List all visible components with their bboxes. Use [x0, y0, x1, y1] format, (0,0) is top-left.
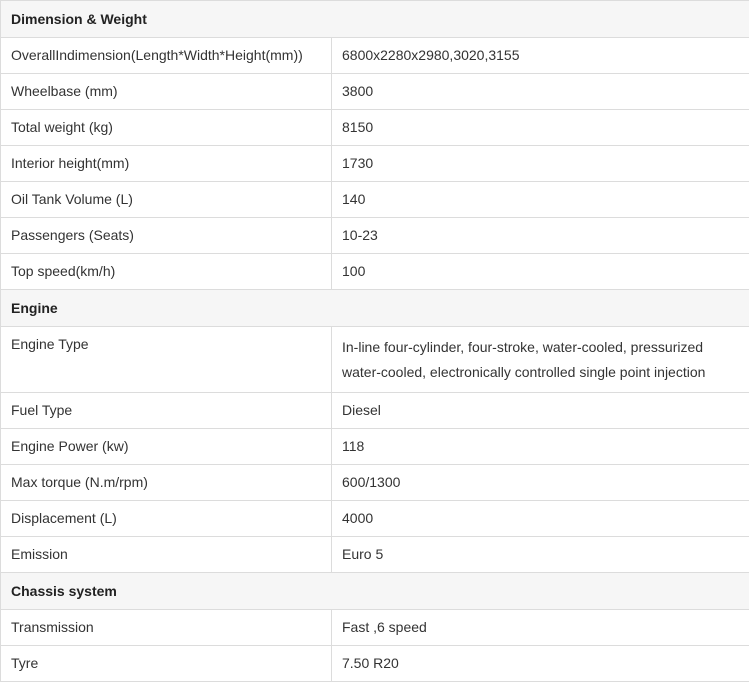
table-row: Tyre 7.50 R20 [1, 646, 749, 682]
spec-label: Fuel Type [1, 393, 332, 429]
spec-value: 140 [332, 182, 749, 218]
section-title: Chassis system [1, 573, 749, 610]
spec-value: 10-23 [332, 218, 749, 254]
table-row: Total weight (kg) 8150 [1, 110, 749, 146]
table-row: Interior height(mm) 1730 [1, 146, 749, 182]
table-row: Fuel Type Diesel [1, 393, 749, 429]
spec-value: Euro 5 [332, 537, 749, 573]
spec-label: Engine Type [1, 327, 332, 393]
table-row: Oil Tank Volume (L) 140 [1, 182, 749, 218]
spec-label: Interior height(mm) [1, 146, 332, 182]
spec-value: Diesel [332, 393, 749, 429]
spec-value: 6800x2280x2980,3020,3155 [332, 38, 749, 74]
spec-label: Emission [1, 537, 332, 573]
table-row: Transmission Fast ,6 speed [1, 610, 749, 646]
section-header: Dimension & Weight [1, 1, 749, 38]
spec-label: Top speed(km/h) [1, 254, 332, 290]
table-row: Max torque (N.m/rpm) 600/1300 [1, 465, 749, 501]
table-row: Engine Power (kw) 118 [1, 429, 749, 465]
table-row: Top speed(km/h) 100 [1, 254, 749, 290]
section-header: Engine [1, 290, 749, 327]
table-row: Engine Type In-line four-cylinder, four-… [1, 327, 749, 393]
spec-table: Dimension & Weight OverallIndimension(Le… [0, 0, 749, 682]
section-header: Chassis system [1, 573, 749, 610]
spec-label: Max torque (N.m/rpm) [1, 465, 332, 501]
spec-value: 600/1300 [332, 465, 749, 501]
section-title: Dimension & Weight [1, 1, 749, 38]
spec-value: 118 [332, 429, 749, 465]
table-row: Passengers (Seats) 10-23 [1, 218, 749, 254]
spec-label: Wheelbase (mm) [1, 74, 332, 110]
spec-value: 7.50 R20 [332, 646, 749, 682]
table-row: OverallIndimension(Length*Width*Height(m… [1, 38, 749, 74]
spec-label: Displacement (L) [1, 501, 332, 537]
table-row: Wheelbase (mm) 3800 [1, 74, 749, 110]
spec-value: 4000 [332, 501, 749, 537]
spec-value: In-line four-cylinder, four-stroke, wate… [332, 327, 749, 393]
spec-value: 8150 [332, 110, 749, 146]
spec-label: Total weight (kg) [1, 110, 332, 146]
spec-label: Tyre [1, 646, 332, 682]
table-row: Emission Euro 5 [1, 537, 749, 573]
spec-label: Passengers (Seats) [1, 218, 332, 254]
spec-label: Engine Power (kw) [1, 429, 332, 465]
spec-value: 3800 [332, 74, 749, 110]
table-row: Displacement (L) 4000 [1, 501, 749, 537]
section-title: Engine [1, 290, 749, 327]
spec-label: OverallIndimension(Length*Width*Height(m… [1, 38, 332, 74]
spec-value: 100 [332, 254, 749, 290]
spec-value: Fast ,6 speed [332, 610, 749, 646]
spec-value: 1730 [332, 146, 749, 182]
spec-label: Oil Tank Volume (L) [1, 182, 332, 218]
spec-label: Transmission [1, 610, 332, 646]
